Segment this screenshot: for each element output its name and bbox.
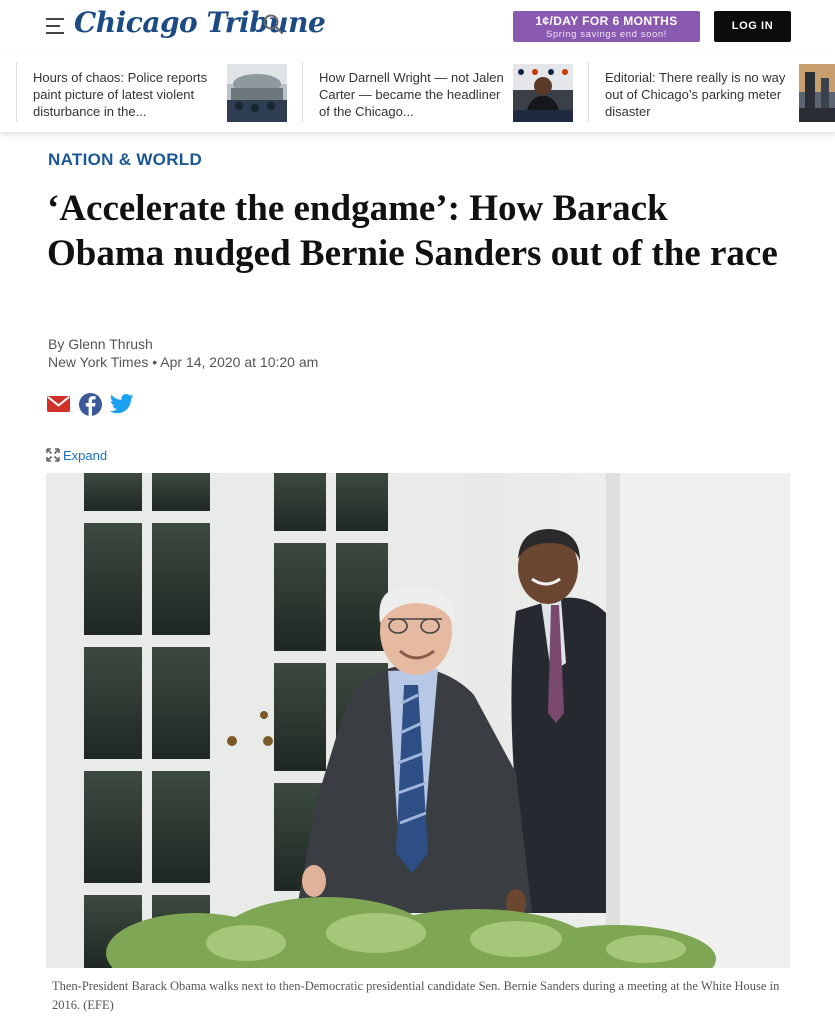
expand-image-button[interactable]: Expand: [46, 448, 107, 463]
promo-offer: 1¢/DAY FOR 6 MONTHS: [535, 14, 678, 28]
trending-thumbnail: [799, 64, 835, 122]
strip-divider: [588, 62, 589, 122]
email-icon[interactable]: [47, 393, 70, 420]
search-icon[interactable]: [262, 13, 284, 35]
strip-divider: [302, 62, 303, 122]
byline-prefix: By: [48, 336, 69, 352]
article-meta: New York Times • Apr 14, 2020 at 10:20 a…: [48, 354, 319, 370]
trending-story-title: How Darnell Wright — not Jalen Carter — …: [319, 70, 504, 119]
trending-story-bears[interactable]: How Darnell Wright — not Jalen Carter — …: [319, 62, 574, 124]
expand-icon: [46, 448, 60, 462]
promo-subtext: Spring savings end soon!: [545, 29, 668, 40]
login-button[interactable]: LOG IN: [714, 11, 791, 42]
article-headline: ‘Accelerate the endgame’: How Barack Oba…: [47, 188, 778, 274]
trending-story-title: Hours of chaos: Police reports paint pic…: [33, 70, 208, 119]
byline: By Glenn Thrush: [48, 336, 153, 352]
subscribe-promo-button[interactable]: 1¢/DAY FOR 6 MONTHS Spring savings end s…: [513, 11, 700, 42]
twitter-icon[interactable]: [109, 393, 134, 420]
trending-thumbnail: [227, 64, 287, 122]
facebook-icon[interactable]: [79, 393, 102, 421]
site-header: Chicago Tribune 1¢/DAY FOR 6 MONTHS Spri…: [0, 0, 835, 54]
trending-story-title: Editorial: There really is no way out of…: [605, 70, 786, 119]
expand-label: Expand: [63, 448, 108, 463]
site-logo[interactable]: Chicago Tribune: [74, 6, 326, 39]
photo-caption: Then-President Barack Obama walks next t…: [52, 979, 780, 1012]
section-label[interactable]: NATION & WORLD: [48, 150, 202, 170]
trending-strip: Hours of chaos: Police reports paint pic…: [0, 54, 835, 132]
trending-story-editorial[interactable]: Editorial: There really is no way out of…: [605, 62, 835, 124]
lead-photo: [46, 473, 790, 968]
trending-story-police[interactable]: Hours of chaos: Police reports paint pic…: [33, 62, 288, 124]
strip-divider: [16, 62, 17, 122]
trending-thumbnail: [513, 64, 573, 122]
author-name[interactable]: Glenn Thrush: [68, 336, 153, 352]
menu-icon[interactable]: [44, 14, 68, 38]
